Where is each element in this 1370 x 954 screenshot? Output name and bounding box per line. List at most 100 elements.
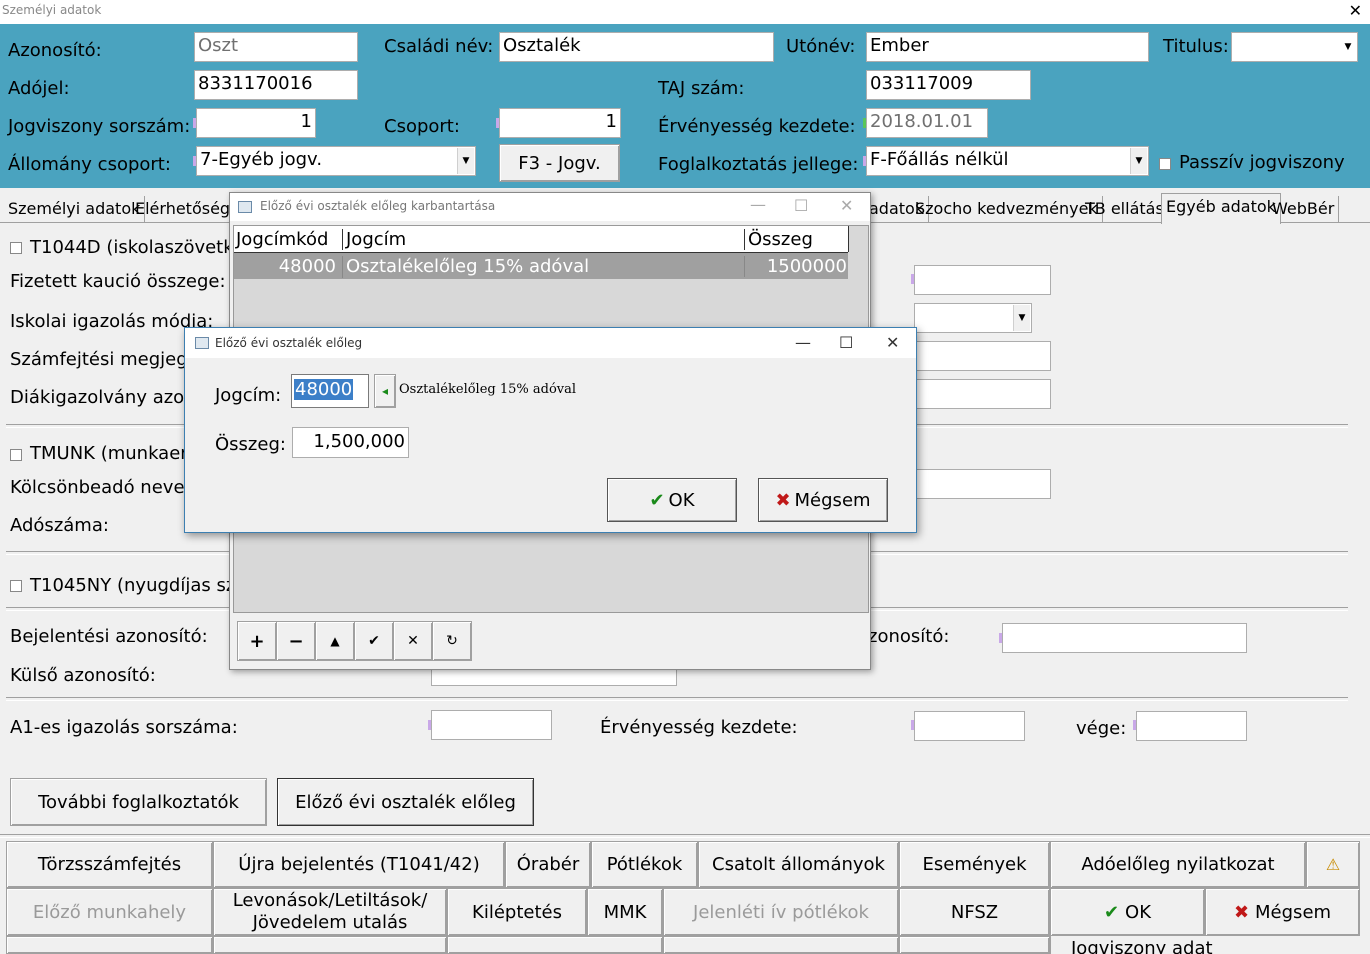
warning-person-icon: ⚠ — [1325, 855, 1341, 874]
esemenyek-button[interactable]: Események — [899, 841, 1050, 888]
col-header-jogcimkod[interactable]: Jogcímkód — [236, 229, 336, 250]
kileptetes-button[interactable]: Kiléptetés — [447, 888, 587, 936]
f3-jogv-button[interactable]: F3 - Jogv. — [499, 144, 620, 182]
kolcsonbeado-input[interactable] — [914, 469, 1051, 499]
table-row[interactable]: 48000 Osztalékelőleg 15% adóval 1500000 — [234, 253, 848, 279]
close-icon[interactable]: ✕ — [886, 333, 899, 352]
nfsz-button[interactable]: NFSZ — [899, 888, 1050, 936]
refresh-button[interactable]: ↻ — [432, 621, 472, 661]
chevron-down-icon[interactable]: ▼ — [1013, 305, 1030, 331]
col-header-jogcim[interactable]: Jogcím — [342, 229, 746, 250]
window-title: Személyi adatok — [2, 3, 102, 17]
iskolai-igazolas-select[interactable]: ▼ — [914, 303, 1032, 333]
chevron-down-icon[interactable]: ▼ — [1340, 34, 1356, 60]
post-button[interactable]: ✔ — [354, 621, 394, 661]
allomany-csoport-select[interactable]: 7-Egyéb jogv. ▼ — [196, 146, 476, 176]
kolcsonbeado-label: Kölcsönbeadó neve: — [10, 477, 191, 498]
diakigazolvany-input[interactable] — [914, 379, 1051, 409]
maximize-icon[interactable]: ☐ — [839, 333, 853, 352]
szamfejtesi-input[interactable] — [914, 341, 1051, 371]
ervenyesseg-input[interactable]: 2018.01.01 — [866, 108, 988, 138]
tmunk-checkbox[interactable] — [10, 449, 22, 461]
minimize-icon[interactable]: — — [750, 195, 766, 214]
levonasok-button[interactable]: Levonások/Letiltások/ Jövedelem utalás — [213, 888, 447, 936]
a1-vege-input[interactable] — [1136, 711, 1247, 741]
fizetett-kaucio-input[interactable] — [914, 265, 1051, 295]
adoeloleg-nyilatkozat-button[interactable]: Adóelőleg nyilatkozat — [1050, 841, 1306, 888]
a1-vege-label: vége: — [1076, 718, 1127, 739]
row3-button[interactable] — [899, 936, 1050, 954]
maximize-icon[interactable]: ☐ — [794, 196, 808, 215]
tovabbi-foglalkoztatok-button[interactable]: További foglalkoztatók — [10, 778, 267, 826]
tab-webber[interactable]: WebBér — [1268, 196, 1340, 222]
jelenleti-iv-button[interactable]: Jelenléti ív pótlékok — [663, 888, 899, 936]
t1045ny-checkbox[interactable] — [10, 580, 22, 592]
dialog-edit-title: Előző évi osztalék előleg — [215, 336, 363, 350]
tab-tb-ellatas[interactable]: TB ellátás — [1081, 196, 1169, 222]
warning-person-button[interactable]: ⚠ — [1306, 841, 1360, 888]
row3-button[interactable] — [663, 936, 899, 954]
a1-label: A1-es igazolás sorszáma: — [10, 717, 238, 738]
torzsszamfejtes-button[interactable]: Törzsszámfejtés — [6, 841, 213, 888]
utonev-label: Utónév: — [786, 36, 856, 57]
jogviszony-adat-partial[interactable]: Jogviszony adat — [1050, 936, 1361, 954]
chevron-down-icon[interactable]: ▼ — [1130, 148, 1147, 174]
titulus-select[interactable] — [1231, 32, 1358, 62]
elozo-munkahely-button[interactable]: Előző munkahely — [6, 888, 213, 936]
a1-input[interactable] — [431, 710, 552, 740]
jogcim-desc: Osztalékelőleg 15% adóval — [399, 382, 577, 397]
mmk-button[interactable]: MMK — [587, 888, 663, 936]
csaladi-nev-input[interactable]: Osztalék — [499, 32, 774, 62]
megsem-button[interactable]: ✖ Mégsem — [1205, 888, 1360, 936]
potlekok-button[interactable]: Pótlékok — [591, 841, 698, 888]
row3-button[interactable] — [447, 936, 663, 954]
remove-button[interactable]: − — [276, 621, 316, 661]
add-button[interactable]: + — [237, 621, 277, 661]
minimize-icon[interactable]: — — [795, 333, 811, 352]
oraber-button[interactable]: Órabér — [505, 841, 591, 888]
foglalkoztatas-select[interactable]: F-Főállás nélkül ▼ — [866, 146, 1149, 176]
tab-egyeb-adatok[interactable]: Egyéb adatok — [1161, 193, 1281, 224]
row3-button[interactable] — [213, 936, 447, 954]
ujra-bejelentes-button[interactable]: Újra bejelentés (T1041/42) — [213, 841, 505, 888]
close-icon[interactable]: ✕ — [840, 196, 853, 215]
azonosito-input[interactable]: Oszt — [194, 32, 358, 62]
lookup-button[interactable]: ◂ — [374, 374, 396, 408]
csoport-input[interactable]: 1 — [499, 108, 621, 138]
close-icon[interactable]: ✕ — [1349, 1, 1362, 20]
azonosito-right-input[interactable] — [1002, 623, 1247, 653]
csatolt-allomanyok-button[interactable]: Csatolt állományok — [698, 841, 899, 888]
szamfejtesi-megjegy-label: Számfejtési megjegyz — [10, 349, 208, 370]
cell-osszeg: 1500000 — [744, 256, 847, 277]
ok-label: OK — [1125, 901, 1152, 923]
azonosito-right-label: zonosító: — [868, 626, 950, 647]
jogcim-input[interactable]: 48000 — [291, 374, 369, 408]
a1-ervenyesseg-input[interactable] — [914, 711, 1025, 741]
osszeg-label: Összeg: — [215, 434, 286, 455]
chevron-down-icon[interactable]: ▼ — [457, 148, 474, 174]
adoszama-label: Adószáma: — [10, 515, 109, 536]
row3-button[interactable] — [6, 936, 213, 954]
jogviszony-sorszam-input[interactable]: 1 — [196, 108, 316, 138]
col-header-osszeg[interactable]: Összeg — [744, 229, 848, 250]
cancel-edit-button[interactable]: ✕ — [393, 621, 433, 661]
dialog-ok-button[interactable]: ✔ OK — [607, 478, 737, 522]
dialog-megsem-button[interactable]: ✖ Mégsem — [758, 478, 888, 522]
taj-input[interactable]: 033117009 — [866, 70, 1031, 100]
up-button[interactable]: ▲ — [315, 621, 355, 661]
osszeg-input[interactable]: 1,500,000 — [292, 427, 409, 458]
check-icon: ✔ — [1103, 901, 1120, 923]
app-icon — [195, 337, 209, 349]
t1044d-checkbox[interactable] — [10, 242, 22, 254]
tab-szemelyi-adatok[interactable]: Személyi adatok — [4, 196, 146, 222]
jogviszony-adat-label: Jogviszony adat — [1071, 938, 1213, 954]
passziv-checkbox[interactable] — [1159, 158, 1171, 170]
adojel-input[interactable]: 8331170016 — [194, 70, 358, 100]
utonev-input[interactable]: Ember — [866, 32, 1149, 62]
ok-button[interactable]: ✔ OK — [1050, 888, 1205, 936]
app-icon — [238, 201, 252, 213]
elozo-evi-osztalek-button[interactable]: Előző évi osztalék előleg — [277, 778, 534, 826]
tab-szocho[interactable]: Szocho kedvezmények — [911, 196, 1103, 222]
dialog-megsem-label: Mégsem — [794, 489, 871, 511]
diakigazolvany-label: Diákigazolvány azono — [10, 387, 207, 408]
